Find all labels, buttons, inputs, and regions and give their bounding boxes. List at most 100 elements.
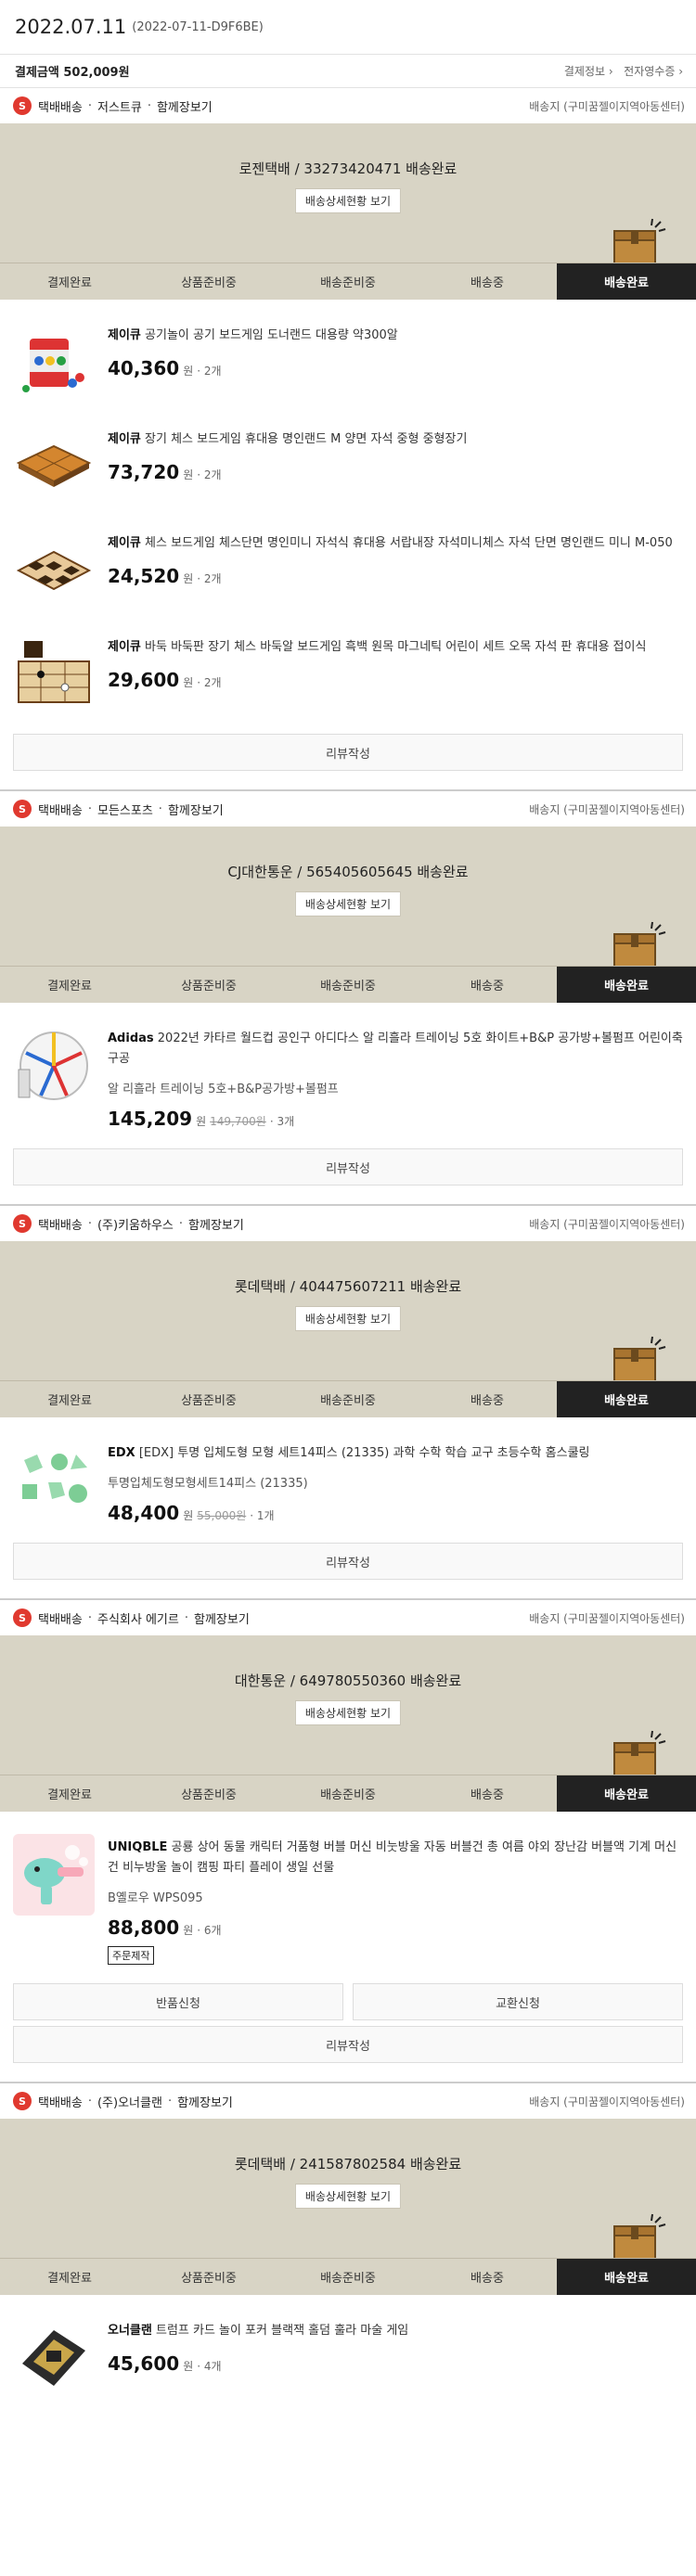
price-line: 73,720 원 · 2개 [108, 461, 222, 483]
write-review-button[interactable]: 리뷰작성 [13, 1543, 683, 1580]
step-in-transit: 배송중 [470, 1394, 504, 1408]
product-item[interactable]: UNIQBLE 공룡 상어 동물 캐릭터 거품형 버블 머신 비눗방울 자동 버… [0, 1812, 696, 1983]
product-price: 24,520 [108, 565, 180, 587]
combine-view-link[interactable]: 함께장보기 [157, 97, 213, 115]
payment-amount: 502,009원 [63, 66, 130, 80]
seller-name[interactable]: 모든스포츠 [97, 801, 153, 818]
product-thumbnail [13, 1025, 95, 1107]
product-thumbnail [13, 1834, 95, 1916]
product-qty: · 2개 [197, 365, 222, 378]
return-exchange-row: 반품신청 교환신청 [13, 1983, 683, 2020]
product-item[interactable]: 제이큐 장기 체스 보드게임 휴대용 명인랜드 M 양면 자석 중형 중형장기 … [0, 404, 696, 507]
delivery-detail-button[interactable]: 배송상세현황 보기 [294, 891, 402, 916]
product-name: 제이큐 장기 체스 보드게임 휴대용 명인랜드 M 양면 자석 중형 중형장기 [108, 432, 468, 446]
write-review-button[interactable]: 리뷰작성 [13, 734, 683, 771]
payment-links: 결제정보 › 전자영수증 › [564, 63, 683, 79]
exchange-request-button[interactable]: 교환신청 [353, 1983, 683, 2020]
combine-view-link[interactable]: 함께장보기 [194, 1609, 250, 1627]
product-name: 제이큐 공기놀이 공기 보드게임 도너랜드 대용량 약300알 [108, 328, 398, 342]
shipment-section: S 택배배송 · (주)오너클랜 · 함께장보기 배송지 (구미꿈젤이지역아동센… [0, 2082, 696, 2399]
shipment-header: S 택배배송 · (주)오너클랜 · 함께장보기 배송지 (구미꿈젤이지역아동센… [0, 2083, 696, 2119]
seller-name[interactable]: (주)오너클랜 [97, 2093, 162, 2110]
product-name: Adidas 2022년 카타르 월드컵 공인구 아디다스 알 리흘라 트레이닝… [108, 1032, 683, 1066]
delivery-progress-steps: 결제완료 상품준비중 배송준비중 배송중 배송완료 [0, 966, 696, 1003]
product-price: 48,400 [108, 1502, 180, 1524]
price-line: 48,400 원 55,000원 · 1개 [108, 1502, 275, 1524]
custom-order-badge: 주문제작 [108, 1946, 155, 1965]
product-option: 알 리흘라 트레이닝 5호+B&P공가방+볼펌프 [108, 1083, 339, 1096]
delivery-status-panel: CJ대한통운 / 565405605645 배송완료 배송상세현황 보기 결제완… [0, 827, 696, 1003]
delivery-status-text: 로젠택배 / 33273420471 배송완료 [238, 160, 458, 177]
seller-name[interactable]: 주식회사 에기르 [97, 1609, 179, 1627]
delivery-detail-button[interactable]: 배송상세현황 보기 [294, 188, 402, 213]
shipment-header: S 택배배송 · 주식회사 에기르 · 함께장보기 배송지 (구미꿈젤이지역아동… [0, 1600, 696, 1635]
seller-name[interactable]: (주)키움하우스 [97, 1215, 174, 1233]
product-price: 145,209 [108, 1108, 193, 1130]
product-item[interactable]: 오너클랜 트럼프 카드 놀이 포커 블랙잭 홀덤 훌라 마술 게임 45,600… [0, 2295, 696, 2399]
shipment-section: S 택배배송 · 모든스포츠 · 함께장보기 배송지 (구미꿈젤이지역아동센터)… [0, 789, 696, 1185]
delivery-type: 택배배송 [38, 803, 83, 818]
seller-badge-icon: S [13, 1608, 32, 1627]
product-price: 88,800 [108, 1916, 180, 1939]
delivery-detail-button[interactable]: 배송상세현황 보기 [294, 1306, 402, 1331]
delivery-status-text: 롯데택배 / 404475607211 배송완료 [234, 1278, 462, 1295]
write-review-button[interactable]: 리뷰작성 [13, 2026, 683, 2063]
product-item[interactable]: Adidas 2022년 카타르 월드컵 공인구 아디다스 알 리흘라 트레이닝… [0, 1003, 696, 1148]
step-paid: 결제완료 [47, 2272, 92, 2286]
step-preparing-product: 상품준비중 [181, 1394, 237, 1408]
product-thumbnail [13, 634, 95, 715]
delivery-status-panel: 롯데택배 / 241587802584 배송완료 배송상세현황 보기 결제완료 … [0, 2119, 696, 2295]
product-option: 투명입체도형모형세트14피스 (21335) [108, 1477, 308, 1491]
return-request-button[interactable]: 반품신청 [13, 1983, 343, 2020]
product-price: 29,600 [108, 669, 180, 691]
step-in-transit: 배송중 [470, 2272, 504, 2286]
combine-view-link[interactable]: 함께장보기 [188, 1215, 244, 1233]
step-preparing-product: 상품준비중 [181, 1788, 237, 1802]
seller-name[interactable]: 저스트큐 [97, 97, 142, 115]
write-review-button[interactable]: 리뷰작성 [13, 1148, 683, 1185]
step-paid: 결제완료 [47, 980, 92, 993]
product-option: B옐로우 WPS095 [108, 1891, 203, 1905]
step-delivered: 배송완료 [557, 967, 696, 1003]
price-line: 45,600 원 · 4개 [108, 2352, 222, 2375]
product-qty: · 3개 [269, 1115, 295, 1128]
shipment-section: S 택배배송 · (주)키움하우스 · 함께장보기 배송지 (구미꿈젤이지역아동… [0, 1204, 696, 1580]
product-qty: · 1개 [250, 1509, 275, 1522]
order-detail-page: 2022.07.11 (2022-07-11-D9F6BE) 결제금액 502,… [0, 0, 696, 2576]
combine-view-link[interactable]: 함께장보기 [168, 801, 224, 818]
product-item[interactable]: EDX [EDX] 투명 입체도형 모형 세트14피스 (21335) 과학 수… [0, 1417, 696, 1543]
product-item[interactable]: 제이큐 공기놀이 공기 보드게임 도너랜드 대용량 약300알 40,360 원 ·… [0, 300, 696, 404]
delivery-detail-button[interactable]: 배송상세현황 보기 [294, 2184, 402, 2209]
delivery-type: 택배배송 [38, 2095, 83, 2110]
product-qty: · 6개 [197, 1924, 222, 1937]
receipt-link[interactable]: 전자영수증 › [624, 65, 683, 78]
delivery-status-text: 대한통운 / 649780550360 배송완료 [234, 1672, 462, 1689]
shipment-section: S 택배배송 · 주식회사 에기르 · 함께장보기 배송지 (구미꿈젤이지역아동… [0, 1598, 696, 2063]
product-name: UNIQBLE 공룡 상어 동물 캐릭터 거품형 버블 머신 비눗방울 자동 버… [108, 1840, 677, 1875]
delivery-progress-steps: 결제완료 상품준비중 배송준비중 배송중 배송완료 [0, 1380, 696, 1417]
delivery-status-panel: 대한통운 / 649780550360 배송완료 배송상세현황 보기 결제완료 … [0, 1635, 696, 1812]
shipment-header: S 택배배송 · 저스트큐 · 함께장보기 배송지 (구미꿈젤이지역아동센터) [0, 88, 696, 123]
product-item[interactable]: 제이큐 체스 보드게임 체스단면 명인미니 자석식 휴대용 서랍내장 자석미니체… [0, 507, 696, 611]
delivery-detail-button[interactable]: 배송상세현황 보기 [294, 1700, 402, 1725]
step-delivered: 배송완료 [557, 263, 696, 300]
product-thumbnail [13, 426, 95, 507]
product-qty: · 2개 [197, 676, 222, 689]
product-item[interactable]: 제이큐 바둑 바둑판 장기 체스 바둑알 보드게임 흑백 원목 마그네틱 어린이… [0, 611, 696, 734]
delivery-progress-steps: 결제완료 상품준비중 배송준비중 배송중 배송완료 [0, 263, 696, 300]
ship-to: 배송지 (구미꿈젤이지역아동센터) [529, 2095, 685, 2108]
price-line: 29,600 원 · 2개 [108, 669, 222, 691]
delivery-status-text: CJ대한통운 / 565405605645 배송완료 [227, 864, 469, 880]
step-in-transit: 배송중 [470, 980, 504, 993]
product-thumbnail [13, 322, 95, 404]
combine-view-link[interactable]: 함께장보기 [177, 2093, 233, 2110]
product-price: 45,600 [108, 2352, 180, 2375]
step-preparing-product: 상품준비중 [181, 276, 237, 290]
product-price: 73,720 [108, 461, 180, 483]
ship-to: 배송지 (구미꿈젤이지역아동센터) [529, 1217, 685, 1231]
order-id: (2022-07-11-D9F6BE) [132, 19, 264, 34]
pay-info-link[interactable]: 결제정보 › [564, 65, 613, 78]
delivery-status-panel: 롯데택배 / 404475607211 배송완료 배송상세현황 보기 결제완료 … [0, 1241, 696, 1417]
step-delivered: 배송완료 [557, 1775, 696, 1812]
price-line: 145,209 원 149,700원 · 3개 [108, 1108, 295, 1130]
